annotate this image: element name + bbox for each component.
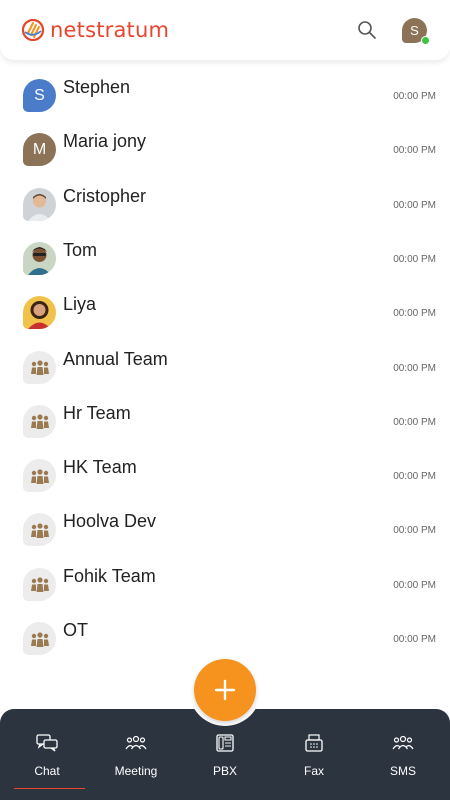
chat-avatar bbox=[23, 404, 56, 438]
nav-tab-meeting[interactable]: Meeting bbox=[91, 709, 181, 800]
chat-list-item[interactable]: Annual Team 00:00 PM bbox=[0, 341, 450, 395]
chat-timestamp: 00:00 PM bbox=[393, 634, 436, 645]
chat-list-item[interactable]: Tom 00:00 PM bbox=[0, 232, 450, 286]
chat-list-item[interactable]: Liya 00:00 PM bbox=[0, 286, 450, 340]
chat-avatar bbox=[23, 567, 56, 601]
chat-list-item[interactable]: Cristopher 00:00 PM bbox=[0, 178, 450, 232]
nav-label-chat: Chat bbox=[34, 764, 60, 778]
plus-icon bbox=[214, 679, 236, 701]
netstratum-logo-icon bbox=[22, 19, 44, 41]
chat-list-item[interactable]: Hoolva Dev 00:00 PM bbox=[0, 503, 450, 557]
chat-avatar bbox=[23, 622, 56, 655]
chat-timestamp: 00:00 PM bbox=[393, 145, 436, 157]
fax-icon bbox=[305, 734, 323, 752]
chat-timestamp: 00:00 PM bbox=[393, 579, 436, 591]
chat-name: Tom bbox=[63, 239, 98, 260]
chat-name: OT bbox=[63, 620, 88, 640]
online-status-dot bbox=[421, 36, 430, 45]
chat-timestamp: 00:00 PM bbox=[393, 199, 436, 211]
group-icon bbox=[30, 631, 49, 647]
chat-name: Maria jony bbox=[63, 131, 147, 152]
avatar-initial: M bbox=[32, 140, 47, 158]
chat-name: Hr Team bbox=[63, 402, 131, 423]
nav-label-pbx: PBX bbox=[212, 764, 237, 778]
pbx-icon bbox=[216, 734, 234, 752]
chat-name: Hoolva Dev bbox=[63, 511, 157, 532]
chat-avatar bbox=[23, 513, 56, 547]
chat-timestamp: 00:00 PM bbox=[393, 471, 436, 483]
group-icon bbox=[30, 360, 49, 375]
nav-label-sms: SMS bbox=[389, 764, 416, 778]
user-avatar[interactable]: S bbox=[402, 18, 430, 45]
nav-label-fax: Fax bbox=[303, 764, 324, 778]
avatar-initial: S bbox=[34, 86, 45, 104]
chat-list-item[interactable]: Hr Team 00:00 PM bbox=[0, 395, 450, 449]
chat-name: Stephen bbox=[63, 77, 131, 97]
chat-avatar bbox=[23, 241, 56, 275]
meeting-icon bbox=[125, 735, 147, 750]
chat-icon bbox=[36, 734, 58, 752]
contact-photo-icon bbox=[23, 187, 56, 221]
nav-tab-sms[interactable]: SMS bbox=[358, 709, 448, 800]
chat-list-item[interactable]: M Maria jony 00:00 PM bbox=[0, 123, 450, 177]
group-icon bbox=[30, 468, 49, 484]
brand-name: netstratum bbox=[50, 18, 170, 42]
chat-name: Annual Team bbox=[63, 348, 168, 369]
chat-timestamp: 00:00 PM bbox=[393, 525, 436, 537]
group-icon bbox=[30, 414, 49, 430]
contact-photo-icon bbox=[23, 241, 56, 275]
chat-list-item[interactable]: Fohik Team 00:00 PM bbox=[0, 558, 450, 612]
chat-avatar: M bbox=[23, 133, 56, 167]
active-tab-indicator bbox=[14, 788, 85, 789]
chat-timestamp: 00:00 PM bbox=[393, 362, 436, 374]
chat-timestamp: 00:00 PM bbox=[393, 253, 436, 265]
chat-avatar bbox=[23, 459, 56, 493]
group-icon bbox=[30, 577, 49, 593]
brand-logo: netstratum bbox=[22, 18, 169, 42]
nav-label-meeting: Meeting bbox=[114, 764, 158, 778]
chat-avatar bbox=[23, 187, 56, 221]
chat-avatar bbox=[23, 296, 56, 330]
contact-photo-icon bbox=[23, 296, 56, 330]
chat-name: Cristopher bbox=[63, 185, 147, 206]
chat-list-item[interactable]: S Stephen 00:00 PM bbox=[0, 69, 450, 123]
app-header: netstratum S bbox=[0, 0, 450, 60]
chat-name: HK Team bbox=[63, 457, 137, 478]
chat-timestamp: 00:00 PM bbox=[393, 91, 436, 102]
chat-timestamp: 00:00 PM bbox=[393, 308, 436, 320]
group-icon bbox=[30, 523, 49, 538]
chat-timestamp: 00:00 PM bbox=[393, 416, 436, 428]
chat-avatar bbox=[23, 350, 56, 384]
chat-name: Fohik Team bbox=[63, 565, 156, 586]
sms-icon bbox=[392, 735, 414, 750]
chat-avatar: S bbox=[23, 79, 56, 112]
chat-list-item[interactable]: HK Team 00:00 PM bbox=[0, 449, 450, 503]
nav-tab-chat[interactable]: Chat bbox=[2, 709, 92, 800]
new-chat-button[interactable] bbox=[194, 659, 256, 721]
nav-tab-fax[interactable]: Fax bbox=[269, 709, 359, 800]
search-icon[interactable] bbox=[357, 20, 377, 40]
user-avatar-initial: S bbox=[410, 23, 419, 38]
chat-name: Liya bbox=[63, 294, 97, 315]
